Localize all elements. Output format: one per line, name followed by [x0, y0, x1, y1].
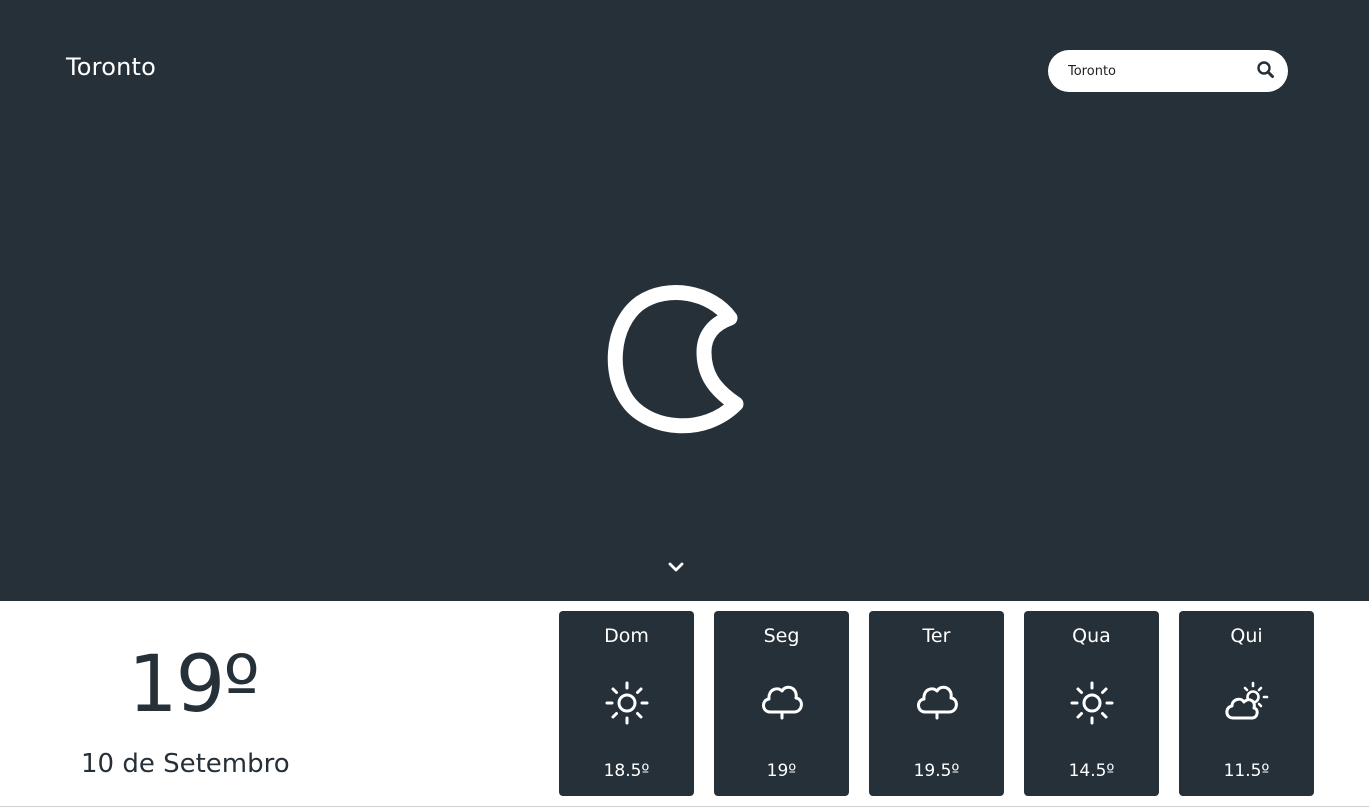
city-title: Toronto: [66, 53, 156, 81]
search-box[interactable]: [1048, 50, 1288, 92]
forecast-day: Dom: [604, 625, 649, 647]
forecast-card[interactable]: Qui 11.5º: [1179, 611, 1314, 796]
forecast-temp: 14.5º: [1068, 761, 1115, 781]
sun-icon: [605, 681, 649, 725]
partly-cloudy-icon: [1225, 681, 1269, 720]
moon-icon: [607, 285, 744, 434]
forecast-card[interactable]: Dom 18.5º: [559, 611, 694, 796]
chevron-down-icon[interactable]: [665, 558, 687, 576]
rain-cloud-icon: [762, 685, 803, 720]
forecast-temp: 11.5º: [1223, 761, 1270, 781]
forecast-temp: 18.5º: [603, 761, 650, 781]
forecast-card[interactable]: Qua 14.5º: [1024, 611, 1159, 796]
forecast-temp: 19º: [766, 761, 797, 781]
forecast-card[interactable]: Ter 19.5º: [869, 611, 1004, 796]
forecast-card[interactable]: Seg 19º: [714, 611, 849, 796]
hero-section: Toronto: [0, 0, 1369, 601]
current-temperature: 19º: [128, 640, 260, 730]
search-icon[interactable]: [1256, 60, 1276, 80]
search-input[interactable]: [1068, 50, 1248, 92]
rain-cloud-icon: [917, 685, 958, 720]
forecast-temp: 19.5º: [913, 761, 960, 781]
forecast-day: Ter: [922, 625, 951, 647]
sun-icon: [1070, 681, 1114, 725]
forecast-day: Qui: [1230, 625, 1263, 647]
forecast-day: Qua: [1072, 625, 1111, 647]
current-date: 10 de Setembro: [81, 749, 290, 779]
forecast-day: Seg: [763, 625, 800, 647]
